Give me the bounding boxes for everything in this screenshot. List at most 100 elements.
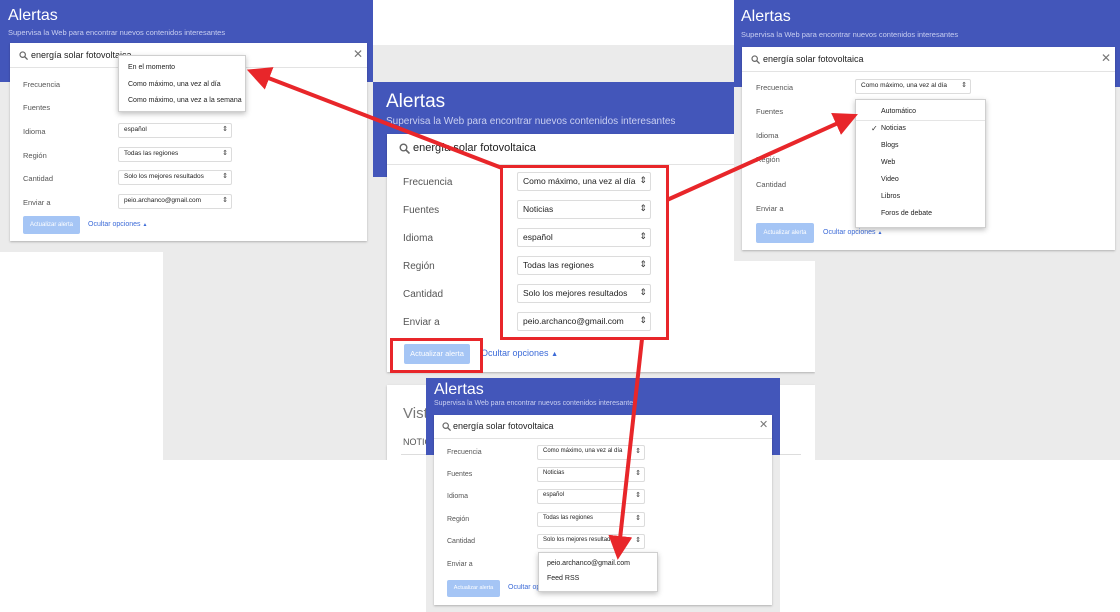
search-input[interactable]: energía solar fotovoltaica xyxy=(31,50,132,60)
sources-option[interactable]: Video xyxy=(881,176,899,183)
page-subtitle: Supervisa la Web para encontrar nuevos c… xyxy=(434,400,637,407)
label-region: Región xyxy=(403,261,435,272)
quantity-select[interactable]: Solo los mejores resultados ⇕ xyxy=(118,170,232,185)
hide-options-link[interactable]: Ocultar opciones xyxy=(508,584,538,591)
label-send-to: Enviar a xyxy=(447,561,473,568)
sources-option[interactable]: Blogs xyxy=(881,142,899,149)
label-send-to: Enviar a xyxy=(403,317,440,328)
region-select[interactable]: Todas las regiones ⇕ xyxy=(118,147,232,162)
send-to-option[interactable]: peio.archanco@gmail.com xyxy=(547,560,630,567)
search-input[interactable]: energía solar fotovoltaica xyxy=(413,142,536,154)
sort-arrows-icon: ⇕ xyxy=(635,470,641,477)
send-to-select[interactable]: peio.archanco@gmail.com ⇕ xyxy=(118,194,232,209)
search-icon xyxy=(19,51,28,60)
alert-options-card: energía solar fotovoltaica ✕ Frecuencia … xyxy=(10,43,367,241)
label-language: Idioma xyxy=(403,233,434,244)
quantity-select[interactable]: Solo los mejores resultado ⇕ xyxy=(537,534,645,549)
sort-arrows-icon: ⇕ xyxy=(635,492,641,499)
sort-arrows-icon: ⇕ xyxy=(961,82,967,89)
frequency-option[interactable]: En el momento xyxy=(128,64,175,71)
update-alert-button[interactable]: Actualizar alerta xyxy=(23,216,80,234)
alerts-panel-sources: Alertas Supervisa la Web para encontrar … xyxy=(734,0,1120,261)
sort-arrows-icon: ⇕ xyxy=(635,537,641,544)
label-language: Idioma xyxy=(23,127,46,136)
alert-options-card: energía solar fotovoltaica ✕ Frecuencia … xyxy=(434,415,772,605)
label-quantity: Cantidad xyxy=(403,289,444,300)
label-sources: Fuentes xyxy=(403,205,440,216)
sort-arrows-icon: ⇕ xyxy=(635,448,641,455)
label-region: Región xyxy=(756,155,780,164)
frequency-dropdown: En el momento Como máximo, una vez al dí… xyxy=(118,55,246,112)
language-select[interactable]: español ⇕ xyxy=(537,489,645,504)
label-language: Idioma xyxy=(756,131,779,140)
search-row: energía solar fotovoltaica ✕ xyxy=(434,415,772,439)
send-to-option[interactable]: Feed RSS xyxy=(547,575,579,582)
close-icon[interactable]: ✕ xyxy=(759,420,768,431)
label-region: Región xyxy=(23,151,47,160)
hide-options-link[interactable]: Ocultar opciones ▲ xyxy=(481,348,558,358)
search-icon xyxy=(442,422,451,431)
search-row: energía solar fotovoltaica ✕ xyxy=(742,47,1115,72)
page-title: Alertas xyxy=(741,8,791,25)
sources-dropdown: Automático ✓ Noticias Blogs Web Video Li… xyxy=(855,99,986,228)
page-title: Alertas xyxy=(8,7,58,24)
sources-option[interactable]: Automático xyxy=(881,108,916,115)
sort-arrows-icon: ⇕ xyxy=(222,197,228,204)
highlight-options-box xyxy=(500,165,669,340)
page-title: Alertas xyxy=(386,91,446,112)
preview-heading: Vist xyxy=(403,405,428,422)
sources-select[interactable]: Noticias ⇕ xyxy=(537,467,645,482)
frequency-select[interactable]: Como máximo, una vez al día ⇕ xyxy=(537,445,645,460)
search-input[interactable]: energía solar fotovoltaica xyxy=(763,54,864,64)
caret-up-icon: ▲ xyxy=(142,222,148,228)
send-to-dropdown: peio.archanco@gmail.com Feed RSS xyxy=(538,552,658,592)
label-quantity: Cantidad xyxy=(23,174,54,183)
label-frequency: Frecuencia xyxy=(447,449,482,456)
sources-option[interactable]: Noticias xyxy=(881,125,906,132)
sources-option[interactable]: Foros de debate xyxy=(881,210,932,217)
check-icon: ✓ xyxy=(871,124,878,133)
label-sources: Fuentes xyxy=(756,107,784,116)
label-send-to: Enviar a xyxy=(756,204,784,213)
sort-arrows-icon: ⇕ xyxy=(222,150,228,157)
label-quantity: Cantidad xyxy=(756,180,787,189)
close-icon[interactable]: ✕ xyxy=(1101,52,1111,64)
frequency-option[interactable]: Como máximo, una vez al día xyxy=(128,81,221,88)
page-subtitle: Supervisa la Web para encontrar nuevos c… xyxy=(8,28,226,37)
label-language: Idioma xyxy=(447,493,469,500)
alerts-panel-send-to: Alertas Supervisa la Web para encontrar … xyxy=(426,378,780,612)
label-quantity: Cantidad xyxy=(447,538,476,545)
search-input[interactable]: energía solar fotovoltaica xyxy=(453,421,554,431)
sort-arrows-icon: ⇕ xyxy=(635,515,641,522)
update-alert-button[interactable]: Actualizar alerta xyxy=(447,580,500,597)
language-select[interactable]: español ⇕ xyxy=(118,123,232,138)
frequency-option[interactable]: Como máximo, una vez a la semana xyxy=(128,97,242,104)
caret-up-icon: ▲ xyxy=(551,351,558,358)
page-title: Alertas xyxy=(434,381,484,398)
hide-options-link[interactable]: Ocultar opciones ▲ xyxy=(823,229,882,236)
hide-options-link[interactable]: Ocultar opciones ▲ xyxy=(88,221,147,228)
alert-options-card: energía solar fotovoltaica ✕ Frecuencia … xyxy=(742,47,1115,250)
label-frequency: Frecuencia xyxy=(403,177,453,188)
region-select[interactable]: Todas las regiones ⇕ xyxy=(537,512,645,527)
page-subtitle: Supervisa la Web para encontrar nuevos c… xyxy=(741,30,959,39)
label-region: Región xyxy=(447,516,470,523)
sources-option[interactable]: Libros xyxy=(881,193,900,200)
caret-up-icon: ▲ xyxy=(877,230,883,236)
sort-arrows-icon: ⇕ xyxy=(222,173,228,180)
close-icon[interactable]: ✕ xyxy=(353,48,363,60)
label-frequency: Frecuencia xyxy=(756,83,794,92)
page-subtitle: Supervisa la Web para encontrar nuevos c… xyxy=(386,116,676,127)
sources-option[interactable]: Web xyxy=(881,159,895,166)
label-sources: Fuentes xyxy=(23,103,51,112)
divider xyxy=(856,120,985,121)
label-send-to: Enviar a xyxy=(23,198,51,207)
update-alert-button[interactable]: Actualizar alerta xyxy=(756,223,814,243)
sort-arrows-icon: ⇕ xyxy=(222,126,228,133)
highlight-update-button-box xyxy=(390,338,483,373)
search-icon xyxy=(399,143,410,154)
search-icon xyxy=(751,55,760,64)
label-sources: Fuentes xyxy=(447,471,473,478)
frequency-select[interactable]: Como máximo, una vez al día ⇕ xyxy=(855,79,971,94)
alerts-panel-frequency: Alertas Supervisa la Web para encontrar … xyxy=(0,0,373,252)
